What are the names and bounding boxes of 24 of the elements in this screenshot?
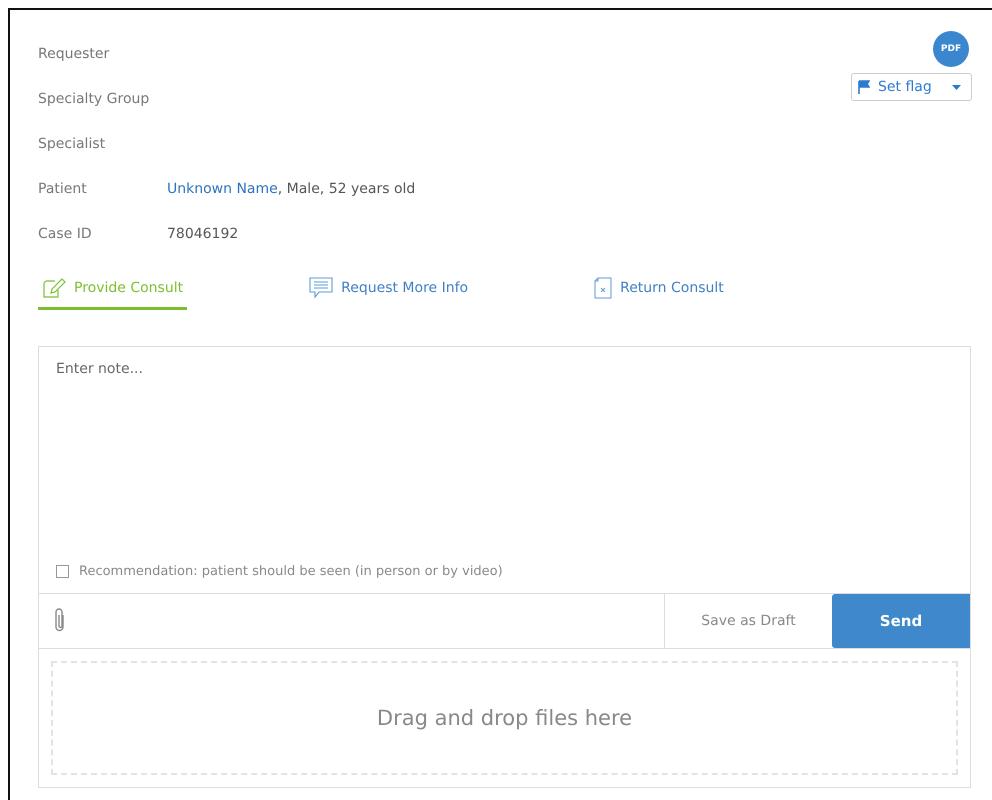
checkbox[interactable] xyxy=(56,565,69,578)
tab[interactable]: Request More Info xyxy=(305,277,472,310)
patient-link[interactable]: Unknown Name xyxy=(167,181,278,197)
tab[interactable]: Provide Consult xyxy=(38,277,188,310)
note-field[interactable]: Enter note... xyxy=(38,346,971,560)
field-value: 78046192 xyxy=(167,226,238,242)
drop-zone[interactable]: Drag and drop files here xyxy=(51,661,958,775)
caret-icon xyxy=(952,84,961,90)
flag-icon xyxy=(858,80,870,94)
field-label: Requester xyxy=(38,46,110,62)
tab[interactable]: Return Consult xyxy=(590,277,728,310)
pencil-note-icon xyxy=(42,277,66,299)
field-label: Specialist xyxy=(38,136,106,152)
field-value: , Male, 52 years old xyxy=(278,181,416,197)
send-button[interactable]: Send xyxy=(832,594,970,648)
speech-bubble-icon xyxy=(309,277,334,299)
checkbox-label: Recommendation: patient should be seen (in person or by video) xyxy=(79,564,503,579)
document-x-icon xyxy=(594,277,612,299)
drop-zone-text: Drag and drop files here xyxy=(376,706,632,730)
pdf-button[interactable]: PDF xyxy=(933,31,969,67)
field-label: Specialty Group xyxy=(38,91,150,107)
field-label: Case ID xyxy=(38,226,93,242)
set-flag-dropdown[interactable]: Set flag xyxy=(851,73,972,101)
field-label: Patient xyxy=(38,181,88,197)
